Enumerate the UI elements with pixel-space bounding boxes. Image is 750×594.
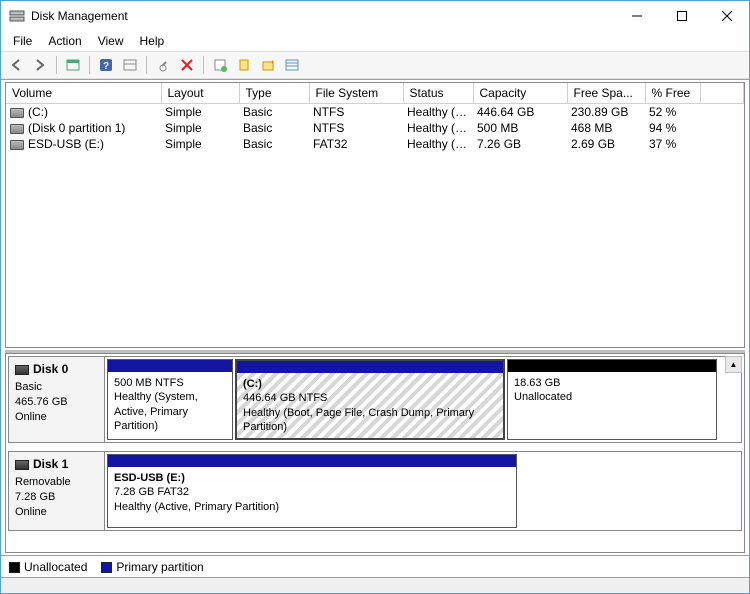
col-volume[interactable]: Volume bbox=[6, 83, 161, 104]
table-row[interactable]: (Disk 0 partition 1)SimpleBasicNTFSHealt… bbox=[6, 120, 744, 136]
partition[interactable]: (C:)446.64 GB NTFSHealthy (Boot, Page Fi… bbox=[235, 359, 505, 440]
maximize-button[interactable] bbox=[659, 2, 704, 31]
volume-icon bbox=[10, 140, 24, 150]
partition-unallocated[interactable]: 18.63 GBUnallocated bbox=[507, 359, 717, 440]
disk-partitions: ESD-USB (E:)7.28 GB FAT32Healthy (Active… bbox=[105, 452, 741, 530]
menu-file[interactable]: File bbox=[5, 32, 40, 50]
col-status[interactable]: Status bbox=[403, 83, 473, 104]
delete-button[interactable] bbox=[176, 54, 198, 76]
forward-button[interactable] bbox=[29, 54, 51, 76]
disk-graphical-pane[interactable]: ▲ Disk 0Basic465.76 GBOnline500 MB NTFSH… bbox=[5, 353, 745, 553]
legend-bar: Unallocated Primary partition bbox=[1, 555, 749, 577]
titlebar: Disk Management bbox=[1, 1, 749, 31]
disk-row[interactable]: Disk 0Basic465.76 GBOnline500 MB NTFSHea… bbox=[8, 356, 742, 443]
col-capacity[interactable]: Capacity bbox=[473, 83, 567, 104]
col-filesystem[interactable]: File System bbox=[309, 83, 403, 104]
list-button[interactable] bbox=[281, 54, 303, 76]
show-hide-console-button[interactable] bbox=[62, 54, 84, 76]
table-header-row[interactable]: Volume Layout Type File System Status Ca… bbox=[6, 83, 744, 104]
back-button[interactable] bbox=[5, 54, 27, 76]
help-button[interactable]: ? bbox=[95, 54, 117, 76]
partition[interactable]: ESD-USB (E:)7.28 GB FAT32Healthy (Active… bbox=[107, 454, 517, 528]
close-button[interactable] bbox=[704, 2, 749, 31]
volume-icon bbox=[10, 124, 24, 134]
refresh-button[interactable] bbox=[152, 54, 174, 76]
volume-list-pane[interactable]: Volume Layout Type File System Status Ca… bbox=[5, 82, 745, 348]
table-row[interactable]: ESD-USB (E:)SimpleBasicFAT32Healthy (A..… bbox=[6, 136, 744, 152]
properties-button[interactable] bbox=[209, 54, 231, 76]
toolbar: ? bbox=[1, 51, 749, 79]
wizard-button[interactable] bbox=[257, 54, 279, 76]
content-area: Volume Layout Type File System Status Ca… bbox=[1, 79, 749, 555]
menubar: File Action View Help bbox=[1, 31, 749, 51]
legend-unallocated: Unallocated bbox=[9, 560, 87, 574]
partition[interactable]: 500 MB NTFSHealthy (System, Active, Prim… bbox=[107, 359, 233, 440]
disk-icon bbox=[15, 365, 29, 375]
disk-header[interactable]: Disk 1Removable7.28 GBOnline bbox=[9, 452, 105, 530]
table-row[interactable]: (C:)SimpleBasicNTFSHealthy (B...446.64 G… bbox=[6, 104, 744, 121]
col-type[interactable]: Type bbox=[239, 83, 309, 104]
col-pctfree[interactable]: % Free bbox=[645, 83, 700, 104]
disk-header[interactable]: Disk 0Basic465.76 GBOnline bbox=[9, 357, 105, 442]
menu-view[interactable]: View bbox=[90, 32, 132, 50]
disk-partitions: 500 MB NTFSHealthy (System, Active, Prim… bbox=[105, 357, 741, 442]
volume-table[interactable]: Volume Layout Type File System Status Ca… bbox=[6, 83, 744, 152]
col-layout[interactable]: Layout bbox=[161, 83, 239, 104]
new-button[interactable] bbox=[233, 54, 255, 76]
svg-text:?: ? bbox=[103, 61, 109, 72]
settings-button[interactable] bbox=[119, 54, 141, 76]
volume-icon bbox=[10, 108, 24, 118]
window-title: Disk Management bbox=[31, 9, 614, 23]
minimize-button[interactable] bbox=[614, 2, 659, 31]
disk-row[interactable]: Disk 1Removable7.28 GBOnlineESD-USB (E:)… bbox=[8, 451, 742, 531]
menu-action[interactable]: Action bbox=[40, 32, 89, 50]
col-freespace[interactable]: Free Spa... bbox=[567, 83, 645, 104]
menu-help[interactable]: Help bbox=[132, 32, 173, 50]
status-bar bbox=[1, 577, 749, 593]
disk-icon bbox=[15, 460, 29, 470]
app-icon bbox=[9, 8, 25, 24]
legend-primary: Primary partition bbox=[101, 560, 203, 574]
